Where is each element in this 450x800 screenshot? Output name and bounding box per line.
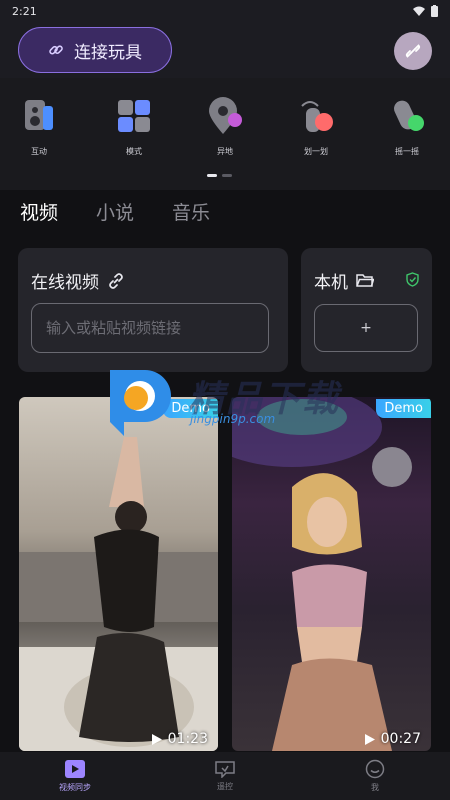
mode-grid: 互动 模式 异地 划一划 摇一摇 (0, 78, 450, 190)
profile-icon (365, 759, 385, 779)
video-thumbnail-1[interactable]: Demo 01:23 (19, 397, 218, 751)
video-duration: 01:23 (151, 731, 208, 747)
add-local-video-label: + (360, 320, 372, 336)
folder-icon (356, 274, 374, 287)
top-bar: 连接玩具 (0, 22, 450, 78)
speaker-icon (19, 96, 59, 136)
mode-shake-label: 摇一摇 (395, 147, 419, 156)
video-1-figure (19, 437, 218, 751)
local-video-card: 本机 + (301, 248, 432, 372)
video-duration: 00:27 (364, 731, 421, 747)
page-indicator (207, 174, 232, 177)
broken-link-icon (405, 44, 421, 58)
nav-remote[interactable]: 遥控 (150, 752, 300, 800)
link-icon (49, 45, 63, 55)
wifi-icon (413, 6, 425, 16)
mode-shake[interactable]: 摇一摇 (379, 96, 435, 157)
battery-icon (431, 5, 438, 17)
status-icons (413, 5, 438, 17)
nav-profile-label: 我 (371, 783, 379, 792)
mode-remote-location[interactable]: 异地 (197, 96, 253, 157)
demo-badge: Demo (376, 399, 431, 418)
page-dot-active (207, 174, 217, 177)
video-thumbnail-2[interactable]: Demo 00:27 (232, 397, 431, 751)
nav-profile[interactable]: 我 (300, 752, 450, 800)
media-tabs: 视频 小说 音乐 (20, 198, 210, 225)
local-title: 本机 (314, 268, 374, 293)
mode-interact[interactable]: 互动 (11, 96, 67, 157)
mode-remote-location-label: 异地 (217, 147, 233, 156)
shake-icon (387, 96, 427, 136)
mode-swipe-label: 划一划 (304, 147, 328, 156)
tab-music[interactable]: 音乐 (172, 198, 210, 225)
video-url-input[interactable] (31, 303, 269, 353)
connect-toy-label: 连接玩具 (74, 42, 142, 63)
nav-video-sync[interactable]: 视频同步 (0, 752, 150, 800)
mode-interact-label: 互动 (31, 147, 47, 156)
mode-pattern-label: 模式 (126, 147, 142, 156)
status-time: 2:21 (12, 4, 37, 18)
link-icon (109, 272, 123, 289)
swipe-icon (296, 96, 336, 136)
video-2-duration-text: 00:27 (380, 731, 421, 747)
page-dot (222, 174, 232, 177)
video-2-figure (232, 397, 412, 751)
video-sync-icon (65, 760, 85, 778)
online-video-card: 在线视频 (18, 248, 288, 372)
tab-novel[interactable]: 小说 (96, 198, 134, 225)
play-icon (151, 733, 162, 745)
remote-icon (215, 761, 235, 778)
shield-check-icon (406, 272, 419, 287)
mode-pattern[interactable]: 模式 (106, 96, 162, 157)
tab-video[interactable]: 视频 (20, 198, 58, 225)
play-icon (364, 733, 375, 745)
status-bar: 2:21 (0, 0, 450, 22)
demo-badge: Demo (163, 399, 218, 418)
nav-video-sync-label: 视频同步 (59, 783, 91, 792)
online-video-title: 在线视频 (31, 268, 125, 293)
local-title-text: 本机 (314, 273, 348, 293)
bottom-nav: 视频同步 遥控 我 (0, 752, 450, 800)
online-video-title-text: 在线视频 (31, 273, 99, 293)
video-1-duration-text: 01:23 (167, 731, 208, 747)
link-status-button[interactable] (394, 32, 432, 70)
connect-toy-button[interactable]: 连接玩具 (18, 27, 172, 73)
add-local-video-button[interactable]: + (314, 304, 418, 352)
nav-remote-label: 遥控 (217, 782, 233, 791)
location-icon (205, 96, 245, 136)
mode-swipe[interactable]: 划一划 (288, 96, 344, 157)
grid-icon (114, 96, 154, 136)
